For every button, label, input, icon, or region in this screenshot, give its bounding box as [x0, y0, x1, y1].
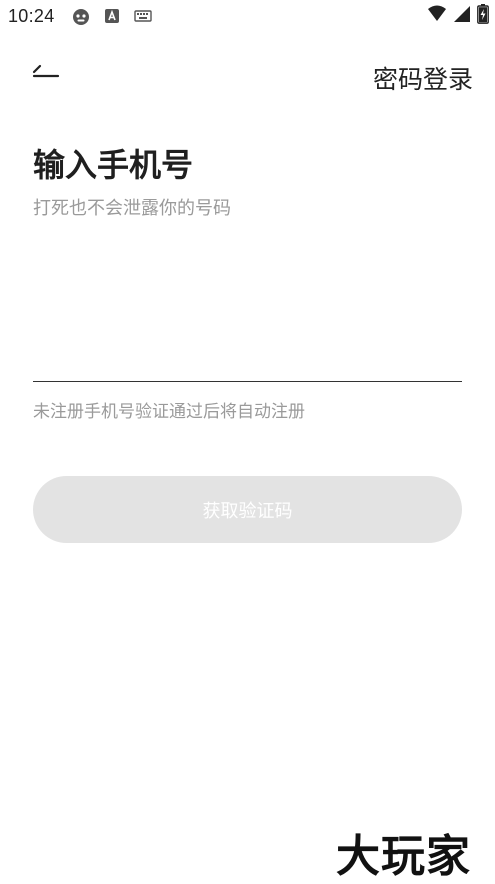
status-right-icons	[427, 4, 489, 28]
status-bar: 10:24	[0, 0, 495, 34]
page-subtitle: 打死也不会泄露你的号码	[33, 198, 231, 219]
wifi-icon	[427, 5, 447, 27]
robot-notification-icon	[72, 8, 90, 26]
auto-register-hint: 未注册手机号验证通过后将自动注册	[33, 402, 305, 422]
watermark-logo: 大玩家	[336, 831, 471, 882]
status-time: 10:24	[8, 6, 55, 26]
phone-number-input[interactable]	[33, 330, 462, 382]
battery-charging-icon	[477, 4, 489, 28]
back-button[interactable]	[26, 60, 66, 90]
keyboard-icon	[134, 8, 152, 26]
signal-icon	[453, 5, 471, 27]
password-login-link[interactable]: 密码登录	[373, 60, 473, 96]
get-verification-code-button[interactable]: 获取验证码	[33, 476, 462, 543]
a-app-icon	[104, 8, 122, 26]
page-title: 输入手机号	[33, 146, 194, 184]
back-arrow-icon	[26, 64, 66, 94]
